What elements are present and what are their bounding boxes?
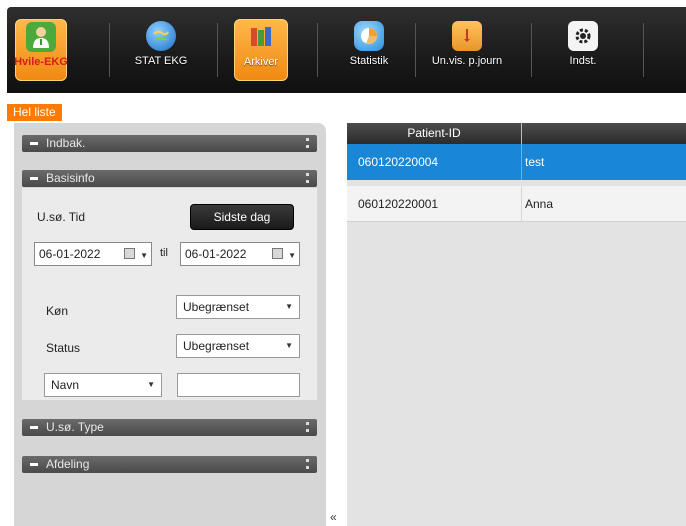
status-select-value: Ubegrænset bbox=[183, 339, 250, 353]
cell-name: test bbox=[525, 155, 545, 169]
name-search-input[interactable] bbox=[177, 373, 300, 397]
name-field-select[interactable]: Navn ▼ bbox=[44, 373, 162, 397]
from-date-field[interactable]: 06-01-2022 ▼ bbox=[34, 242, 152, 266]
expand-handle-icon bbox=[306, 173, 309, 183]
status-select[interactable]: Ubegrænset ▼ bbox=[176, 334, 300, 358]
section-indbak[interactable]: Indbak. bbox=[22, 135, 317, 152]
toolbar-label: Un.vis. p.journ bbox=[431, 55, 503, 67]
section-label: Indbak. bbox=[46, 136, 86, 150]
toolbar-divider bbox=[217, 23, 218, 77]
toolbar-divider bbox=[317, 23, 318, 77]
app-window: Hvile-EKG STAT EKG Arkiver Statistik Un.… bbox=[0, 0, 686, 526]
table-row[interactable]: 060120220001 Anna bbox=[347, 186, 686, 222]
pie-chart-icon bbox=[354, 21, 384, 51]
status-label: Status bbox=[46, 341, 81, 355]
toolbar-label: Hvile-EKG bbox=[14, 56, 68, 68]
chevron-down-icon: ▼ bbox=[147, 380, 155, 389]
toolbar-divider bbox=[531, 23, 532, 77]
from-date-value: 06-01-2022 bbox=[39, 247, 101, 261]
to-date-field[interactable]: 06-01-2022 ▼ bbox=[180, 242, 300, 266]
name-field-select-value: Navn bbox=[51, 378, 80, 392]
archive-icon bbox=[246, 22, 276, 52]
column-header-patient-id[interactable]: Patient-ID bbox=[347, 123, 522, 144]
toolbar-divider bbox=[109, 23, 110, 77]
main-toolbar: Hvile-EKG STAT EKG Arkiver Statistik Un.… bbox=[7, 7, 686, 93]
toolbar-stat-ekg[interactable]: STAT EKG bbox=[125, 19, 197, 81]
grid-header: Patient-ID bbox=[347, 123, 686, 144]
section-label: U.sø. Type bbox=[46, 420, 104, 434]
toolbar-unvis-pjourn[interactable]: Un.vis. p.journ bbox=[427, 19, 507, 81]
gender-select-value: Ubegrænset bbox=[183, 300, 250, 314]
gender-label: Køn bbox=[46, 304, 69, 318]
gear-icon bbox=[568, 21, 598, 51]
expand-handle-icon bbox=[306, 138, 309, 148]
toolbar-hvile-ekg[interactable]: Hvile-EKG bbox=[14, 19, 68, 81]
to-date-value: 06-01-2022 bbox=[185, 247, 247, 261]
expand-handle-icon bbox=[306, 422, 309, 432]
toolbar-label: Indst. bbox=[569, 55, 597, 67]
bullet-icon bbox=[30, 463, 38, 466]
toolbar-arkiver[interactable]: Arkiver bbox=[234, 19, 288, 81]
toolbar-statistik[interactable]: Statistik bbox=[339, 19, 399, 81]
column-divider bbox=[521, 186, 522, 222]
toolbar-divider bbox=[415, 23, 416, 77]
toolbar-label: Statistik bbox=[349, 55, 389, 67]
column-divider bbox=[521, 144, 522, 180]
cell-patient-id: 060120220004 bbox=[358, 155, 439, 169]
bullet-icon bbox=[30, 142, 38, 145]
tab-hel-liste[interactable]: Hel liste bbox=[7, 104, 62, 121]
table-row[interactable]: 060120220004 test bbox=[347, 144, 686, 180]
patient-grid: Patient-ID 060120220004 test 06012022000… bbox=[347, 123, 686, 526]
doctor-icon bbox=[26, 22, 56, 52]
chevron-down-icon: ▼ bbox=[285, 341, 293, 350]
expand-handle-icon bbox=[306, 459, 309, 469]
time-label: U.sø. Tid bbox=[37, 210, 86, 224]
cell-name: Anna bbox=[525, 197, 554, 211]
last-day-button[interactable]: Sidste dag bbox=[190, 204, 294, 230]
section-label: Basisinfo bbox=[46, 171, 95, 185]
toolbar-indst[interactable]: Indst. bbox=[553, 19, 613, 81]
chevron-down-icon: ▼ bbox=[140, 251, 148, 260]
bullet-icon bbox=[30, 177, 38, 180]
toolbar-label: STAT EKG bbox=[134, 55, 188, 67]
journal-icon bbox=[452, 21, 482, 51]
calendar-icon bbox=[124, 248, 135, 259]
section-afdeling[interactable]: Afdeling bbox=[22, 456, 317, 473]
chevron-down-icon: ▼ bbox=[288, 251, 296, 260]
collapse-panel-icon[interactable]: « bbox=[330, 510, 337, 524]
toolbar-label: Arkiver bbox=[243, 56, 279, 68]
til-label: til bbox=[160, 247, 168, 259]
globe-icon bbox=[146, 21, 176, 51]
toolbar-divider bbox=[643, 23, 644, 77]
gender-select[interactable]: Ubegrænset ▼ bbox=[176, 295, 300, 319]
section-uso-type[interactable]: U.sø. Type bbox=[22, 419, 317, 436]
chevron-down-icon: ▼ bbox=[285, 302, 293, 311]
bullet-icon bbox=[30, 426, 38, 429]
section-label: Afdeling bbox=[46, 457, 90, 471]
cell-patient-id: 060120220001 bbox=[358, 197, 439, 211]
calendar-icon bbox=[272, 248, 283, 259]
section-basisinfo[interactable]: Basisinfo bbox=[22, 170, 317, 187]
